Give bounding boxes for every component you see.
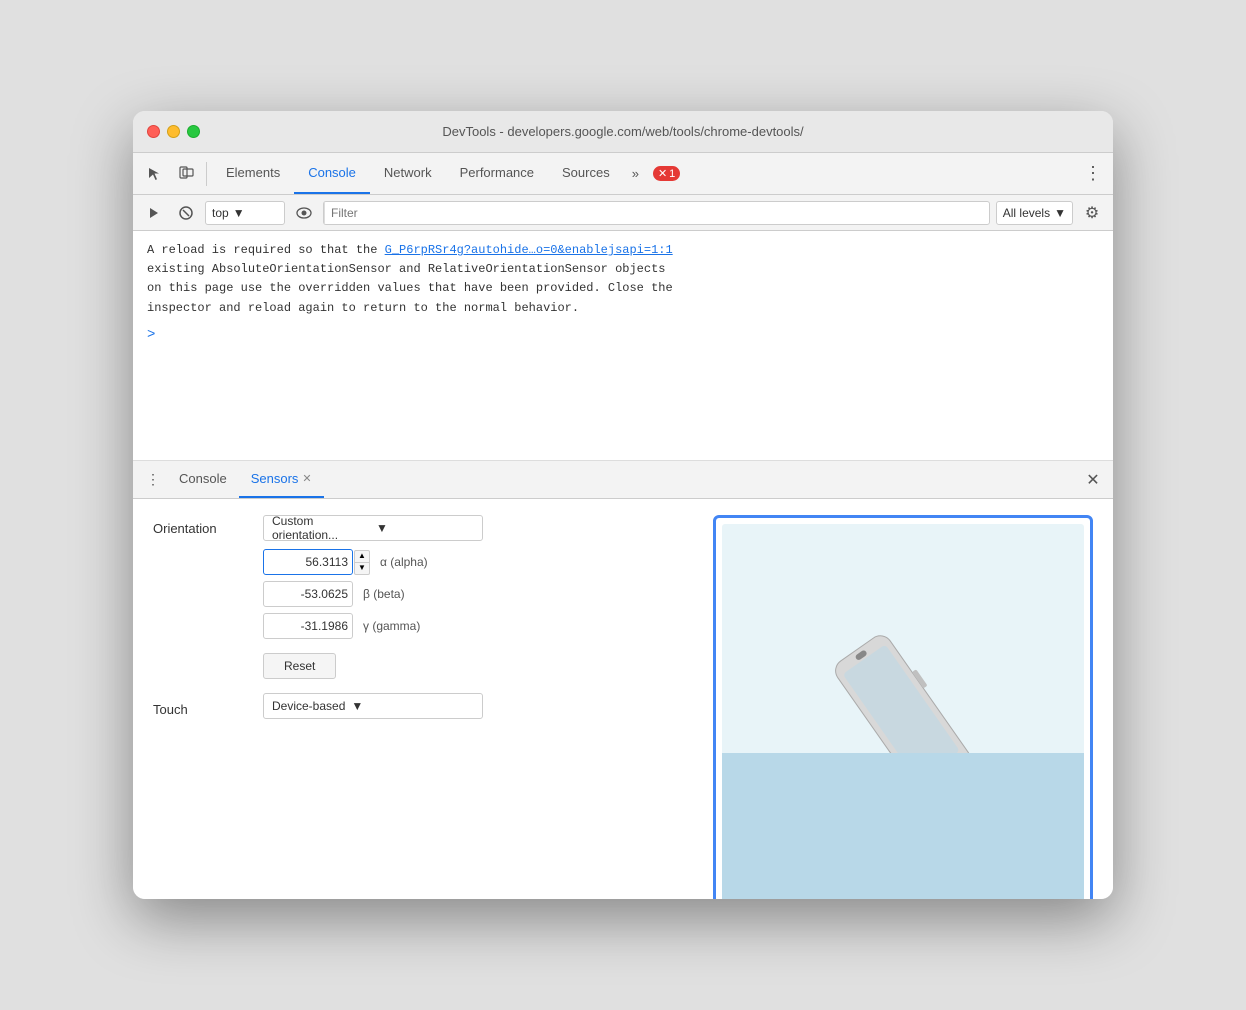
- close-window-button[interactable]: [147, 125, 160, 138]
- eye-icon-button[interactable]: [291, 200, 317, 226]
- orientation-label: Orientation: [153, 515, 263, 536]
- tab-network[interactable]: Network: [370, 153, 446, 194]
- devtools-window: DevTools - developers.google.com/web/too…: [133, 111, 1113, 899]
- clear-console-button[interactable]: [173, 200, 199, 226]
- error-icon: ✕: [658, 167, 667, 180]
- context-arrow-icon: ▼: [233, 206, 245, 220]
- title-bar: DevTools - developers.google.com/web/too…: [133, 111, 1113, 153]
- main-tab-bar: Elements Console Network Performance Sou…: [212, 153, 647, 194]
- tab-console[interactable]: Console: [294, 153, 370, 194]
- tab-elements[interactable]: Elements: [212, 153, 294, 194]
- touch-arrow-icon: ▼: [351, 699, 363, 713]
- phone-bg-bottom: [722, 753, 1084, 899]
- devtools-menu-button[interactable]: ⋮: [1079, 160, 1107, 188]
- gamma-input[interactable]: [263, 613, 353, 639]
- tab-bottom-console[interactable]: Console: [167, 461, 239, 498]
- tab-performance[interactable]: Performance: [446, 153, 548, 194]
- close-bottom-panel-button[interactable]: ✕: [1079, 466, 1107, 494]
- alpha-unit-label: α (alpha): [380, 555, 428, 569]
- levels-arrow-icon: ▼: [1054, 206, 1066, 220]
- window-title: DevTools - developers.google.com/web/too…: [442, 124, 803, 139]
- orientation-arrow-icon: ▼: [376, 521, 474, 535]
- log-levels-select[interactable]: All levels ▼: [996, 201, 1073, 225]
- maximize-window-button[interactable]: [187, 125, 200, 138]
- console-prompt[interactable]: >: [147, 324, 1099, 346]
- console-output: A reload is required so that the G_P6rpR…: [133, 231, 1113, 461]
- filter-input[interactable]: [324, 201, 989, 225]
- select-element-button[interactable]: [139, 159, 169, 189]
- gamma-unit-label: γ (gamma): [363, 619, 420, 633]
- alpha-increment-button[interactable]: ▲: [354, 550, 370, 563]
- settings-gear-button[interactable]: ⚙: [1079, 200, 1105, 226]
- filter-section: [323, 201, 990, 225]
- alpha-stepper: ▲ ▼: [354, 550, 370, 575]
- console-link[interactable]: G_P6rpRSr4g?autohide…o=0&enablejsapi=1:1: [385, 243, 673, 257]
- beta-input[interactable]: [263, 581, 353, 607]
- tab-bottom-sensors[interactable]: Sensors ✕: [239, 461, 324, 498]
- alpha-input[interactable]: [263, 549, 353, 575]
- error-badge[interactable]: ✕ 1: [653, 166, 680, 181]
- tab-sources[interactable]: Sources: [548, 153, 624, 194]
- phone-inner: [722, 524, 1084, 899]
- bottom-tab-bar: ⋮ Console Sensors ✕ ✕: [133, 461, 1113, 499]
- touch-label: Touch: [153, 696, 263, 717]
- bottom-panel-menu-button[interactable]: ⋮: [139, 466, 167, 494]
- traffic-lights: [147, 125, 200, 138]
- more-tabs-button[interactable]: »: [624, 153, 647, 194]
- context-select[interactable]: top ▼: [205, 201, 285, 225]
- toolbar-divider: [206, 162, 207, 186]
- minimize-window-button[interactable]: [167, 125, 180, 138]
- reset-orientation-button[interactable]: Reset: [263, 653, 336, 679]
- run-script-button[interactable]: [141, 200, 167, 226]
- console-toolbar: top ▼ All levels ▼ ⚙: [133, 195, 1113, 231]
- sensors-panel: Orientation Custom orientation... ▼ ▲ ▼: [133, 499, 1113, 899]
- touch-dropdown[interactable]: Device-based ▼: [263, 693, 483, 719]
- console-message-text: A reload is required so that the G_P6rpR…: [147, 241, 1099, 318]
- close-sensors-tab-button[interactable]: ✕: [302, 472, 311, 485]
- alpha-decrement-button[interactable]: ▼: [354, 562, 370, 575]
- phone-preview: [713, 515, 1093, 899]
- device-toolbar-button[interactable]: [171, 159, 201, 189]
- beta-unit-label: β (beta): [363, 587, 405, 601]
- devtools-toolbar: Elements Console Network Performance Sou…: [133, 153, 1113, 195]
- orientation-dropdown[interactable]: Custom orientation... ▼: [263, 515, 483, 541]
